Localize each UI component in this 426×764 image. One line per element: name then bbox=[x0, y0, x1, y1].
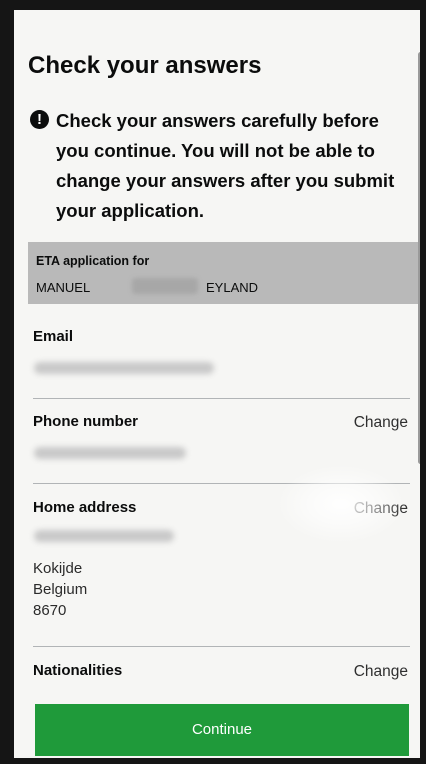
scrollbar[interactable] bbox=[418, 52, 420, 464]
redacted-phone-value bbox=[34, 447, 186, 459]
continue-button[interactable]: Continue bbox=[35, 704, 409, 756]
change-phone-link[interactable]: Change bbox=[354, 414, 408, 432]
email-label: Email bbox=[33, 328, 74, 345]
change-home-address-link[interactable]: Change bbox=[354, 500, 408, 518]
change-nationalities-link[interactable]: Change bbox=[354, 663, 408, 681]
applicant-summary: ETA application for MANUEL EYLAND bbox=[28, 242, 418, 304]
address-postcode: 8670 bbox=[33, 602, 67, 619]
phone-bezel: Check your answers ! Check your answers … bbox=[0, 0, 426, 764]
summary-caption: ETA application for bbox=[36, 254, 150, 268]
phone-number-label: Phone number bbox=[33, 413, 139, 430]
divider bbox=[33, 483, 410, 484]
exclamation-circle-icon: ! bbox=[30, 110, 49, 129]
warning-text: Check your answers carefully before you … bbox=[56, 110, 395, 221]
address-city: Kokijde bbox=[33, 560, 83, 577]
page-title: Check your answers bbox=[28, 52, 262, 79]
address-country: Belgium bbox=[33, 581, 88, 598]
nationalities-label: Nationalities bbox=[33, 662, 123, 679]
home-address-label: Home address bbox=[33, 499, 137, 516]
redacted-email-value bbox=[34, 362, 214, 374]
divider bbox=[33, 398, 410, 399]
applicant-first-name: MANUEL bbox=[36, 280, 91, 295]
home-address-value: Kokijde Belgium 8670 bbox=[33, 558, 87, 621]
redacted-street-address bbox=[34, 530, 174, 542]
screen: Check your answers ! Check your answers … bbox=[14, 10, 420, 758]
redacted-middle-name bbox=[132, 278, 198, 294]
divider bbox=[33, 646, 410, 647]
applicant-last-name: EYLAND bbox=[206, 280, 259, 295]
